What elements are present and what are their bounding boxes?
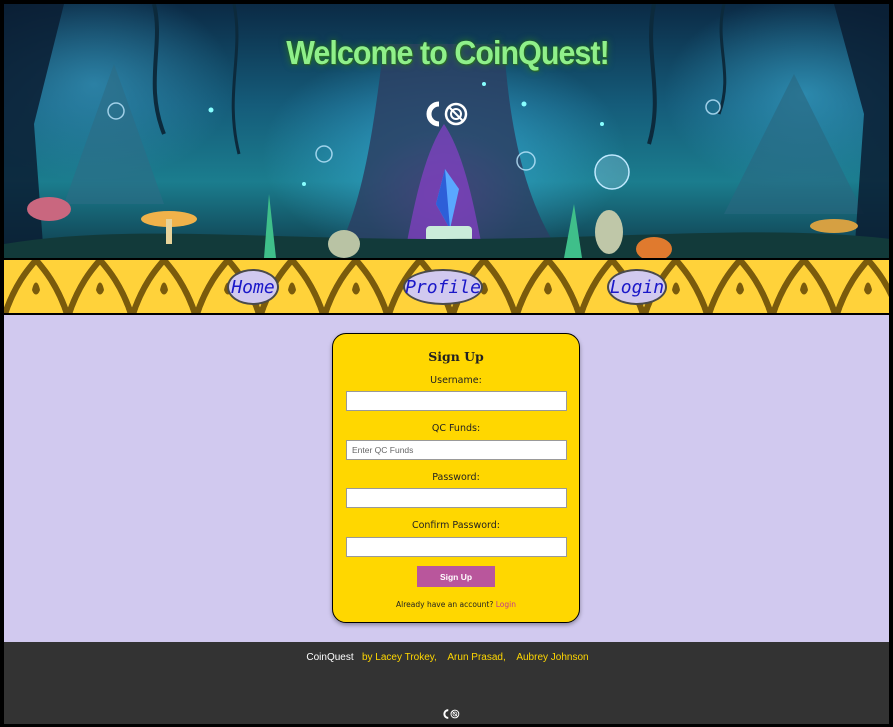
- funds-input[interactable]: [346, 440, 567, 460]
- username-label: Username:: [430, 375, 482, 386]
- footer-credits: CoinQuest by Lacey Trokey, Arun Prasad, …: [4, 652, 889, 663]
- funds-label: QC Funds:: [431, 423, 481, 434]
- confirm-password-label: Confirm Password:: [411, 520, 501, 531]
- username-input[interactable]: [346, 391, 567, 411]
- nav-home[interactable]: Home: [227, 269, 279, 305]
- banner-title: Welcome to CoinQuest!: [286, 34, 609, 71]
- footer-author-3: Aubrey Johnson: [516, 652, 589, 663]
- main-nav: Home Profile Login: [4, 258, 889, 315]
- footer-logo-icon: [443, 709, 460, 719]
- footer: CoinQuest by Lacey Trokey, Arun Prasad, …: [4, 642, 889, 724]
- password-input[interactable]: [346, 488, 567, 508]
- login-link[interactable]: Login: [496, 600, 516, 609]
- signup-card: Sign Up Username: QC Funds: Password: Co…: [332, 333, 580, 623]
- password-label: Password:: [432, 472, 480, 483]
- footer-author-1: by Lacey Trokey,: [361, 652, 437, 663]
- footer-brand: CoinQuest: [306, 652, 354, 663]
- confirm-password-input[interactable]: [346, 537, 567, 557]
- signup-title: Sign Up: [428, 349, 484, 364]
- signup-button[interactable]: Sign Up: [417, 566, 495, 587]
- already-account-text: Already have an account? Login: [333, 600, 579, 609]
- hero-banner: Welcome to CoinQuest!: [4, 4, 889, 258]
- coinquest-logo-icon: [426, 101, 468, 127]
- footer-author-2: Arun Prasad,: [447, 652, 506, 663]
- already-account-label: Already have an account?: [396, 600, 494, 609]
- page-frame: Welcome to CoinQuest! Home Profile Login…: [3, 3, 890, 725]
- nav-profile[interactable]: Profile: [403, 269, 483, 305]
- nav-login[interactable]: Login: [607, 269, 667, 305]
